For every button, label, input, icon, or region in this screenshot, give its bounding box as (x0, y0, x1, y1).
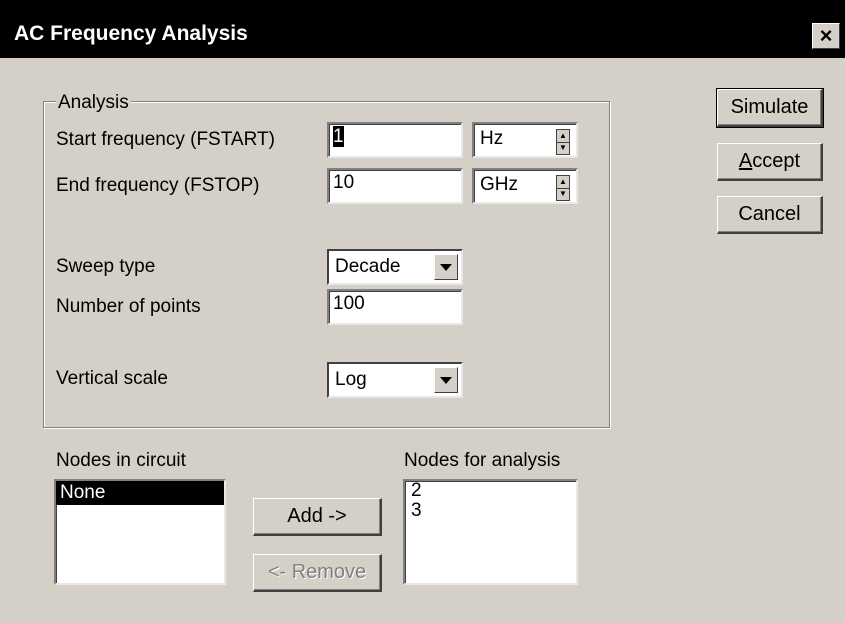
end-frequency-label: End frequency (FSTOP) (56, 175, 260, 196)
nodes-for-analysis-label: Nodes for analysis (404, 450, 561, 471)
cancel-button-label: Cancel (738, 203, 801, 225)
accept-button[interactable]: Accept (717, 143, 823, 181)
title-bar[interactable]: AC Frequency Analysis × (0, 0, 845, 58)
start-unit-value: Hz (480, 128, 504, 149)
sweep-type-select[interactable]: Decade (327, 249, 463, 285)
remove-button-label: <- Remove (267, 561, 367, 583)
start-frequency-label: Start frequency (FSTART) (56, 129, 275, 150)
simulate-button-label: Simulate (730, 96, 809, 118)
end-frequency-input[interactable]: 10 (327, 168, 463, 204)
spin-down-icon[interactable]: ▼ (557, 142, 569, 154)
sweep-type-dropdown-button[interactable] (434, 254, 458, 280)
start-frequency-input[interactable]: 1 (327, 122, 463, 158)
vertical-scale-value: Log (335, 369, 367, 390)
chevron-down-icon (440, 376, 452, 384)
simulate-button[interactable]: Simulate (716, 88, 824, 128)
end-unit-spin-buttons[interactable]: ▲ ▼ (556, 175, 570, 201)
add-node-button[interactable]: Add -> (253, 498, 382, 536)
cancel-button[interactable]: Cancel (717, 196, 823, 234)
vertical-scale-dropdown-button[interactable] (434, 367, 458, 393)
list-item[interactable]: 2 (405, 481, 576, 501)
add-button-label: Add -> (287, 505, 347, 527)
nodes-for-analysis-list[interactable]: 2 3 (403, 479, 578, 585)
window-title: AC Frequency Analysis (14, 22, 248, 45)
number-of-points-input[interactable]: 100 (327, 289, 463, 325)
sweep-type-label: Sweep type (56, 256, 156, 277)
analysis-group-label: Analysis (56, 92, 131, 114)
start-unit-spinner[interactable]: Hz ▲ ▼ (472, 122, 578, 158)
start-unit-spin-buttons[interactable]: ▲ ▼ (556, 129, 570, 155)
remove-node-button[interactable]: <- Remove (253, 554, 382, 592)
close-button[interactable]: × (812, 23, 840, 49)
ac-frequency-analysis-dialog: AC Frequency Analysis × Analysis Start f… (0, 0, 845, 623)
start-frequency-value: 1 (333, 126, 344, 147)
vertical-scale-label: Vertical scale (56, 368, 168, 389)
sweep-type-value: Decade (335, 256, 401, 277)
nodes-in-circuit-label: Nodes in circuit (56, 450, 186, 471)
end-frequency-value: 10 (333, 172, 355, 193)
end-unit-spinner[interactable]: GHz ▲ ▼ (472, 168, 578, 204)
close-icon: × (819, 23, 833, 48)
accept-mnemonic: A (738, 150, 753, 172)
list-item[interactable]: None (56, 481, 224, 505)
nodes-in-circuit-list[interactable]: None (54, 479, 226, 585)
number-of-points-value: 100 (333, 293, 365, 314)
list-item[interactable]: 3 (405, 501, 576, 521)
accept-button-label: Accept (739, 150, 800, 173)
accept-button-label-rest: ccept (752, 150, 801, 172)
spin-down-icon[interactable]: ▼ (557, 188, 569, 200)
end-unit-value: GHz (480, 174, 518, 195)
number-of-points-label: Number of points (56, 296, 201, 317)
chevron-down-icon (440, 263, 452, 271)
vertical-scale-select[interactable]: Log (327, 362, 463, 398)
